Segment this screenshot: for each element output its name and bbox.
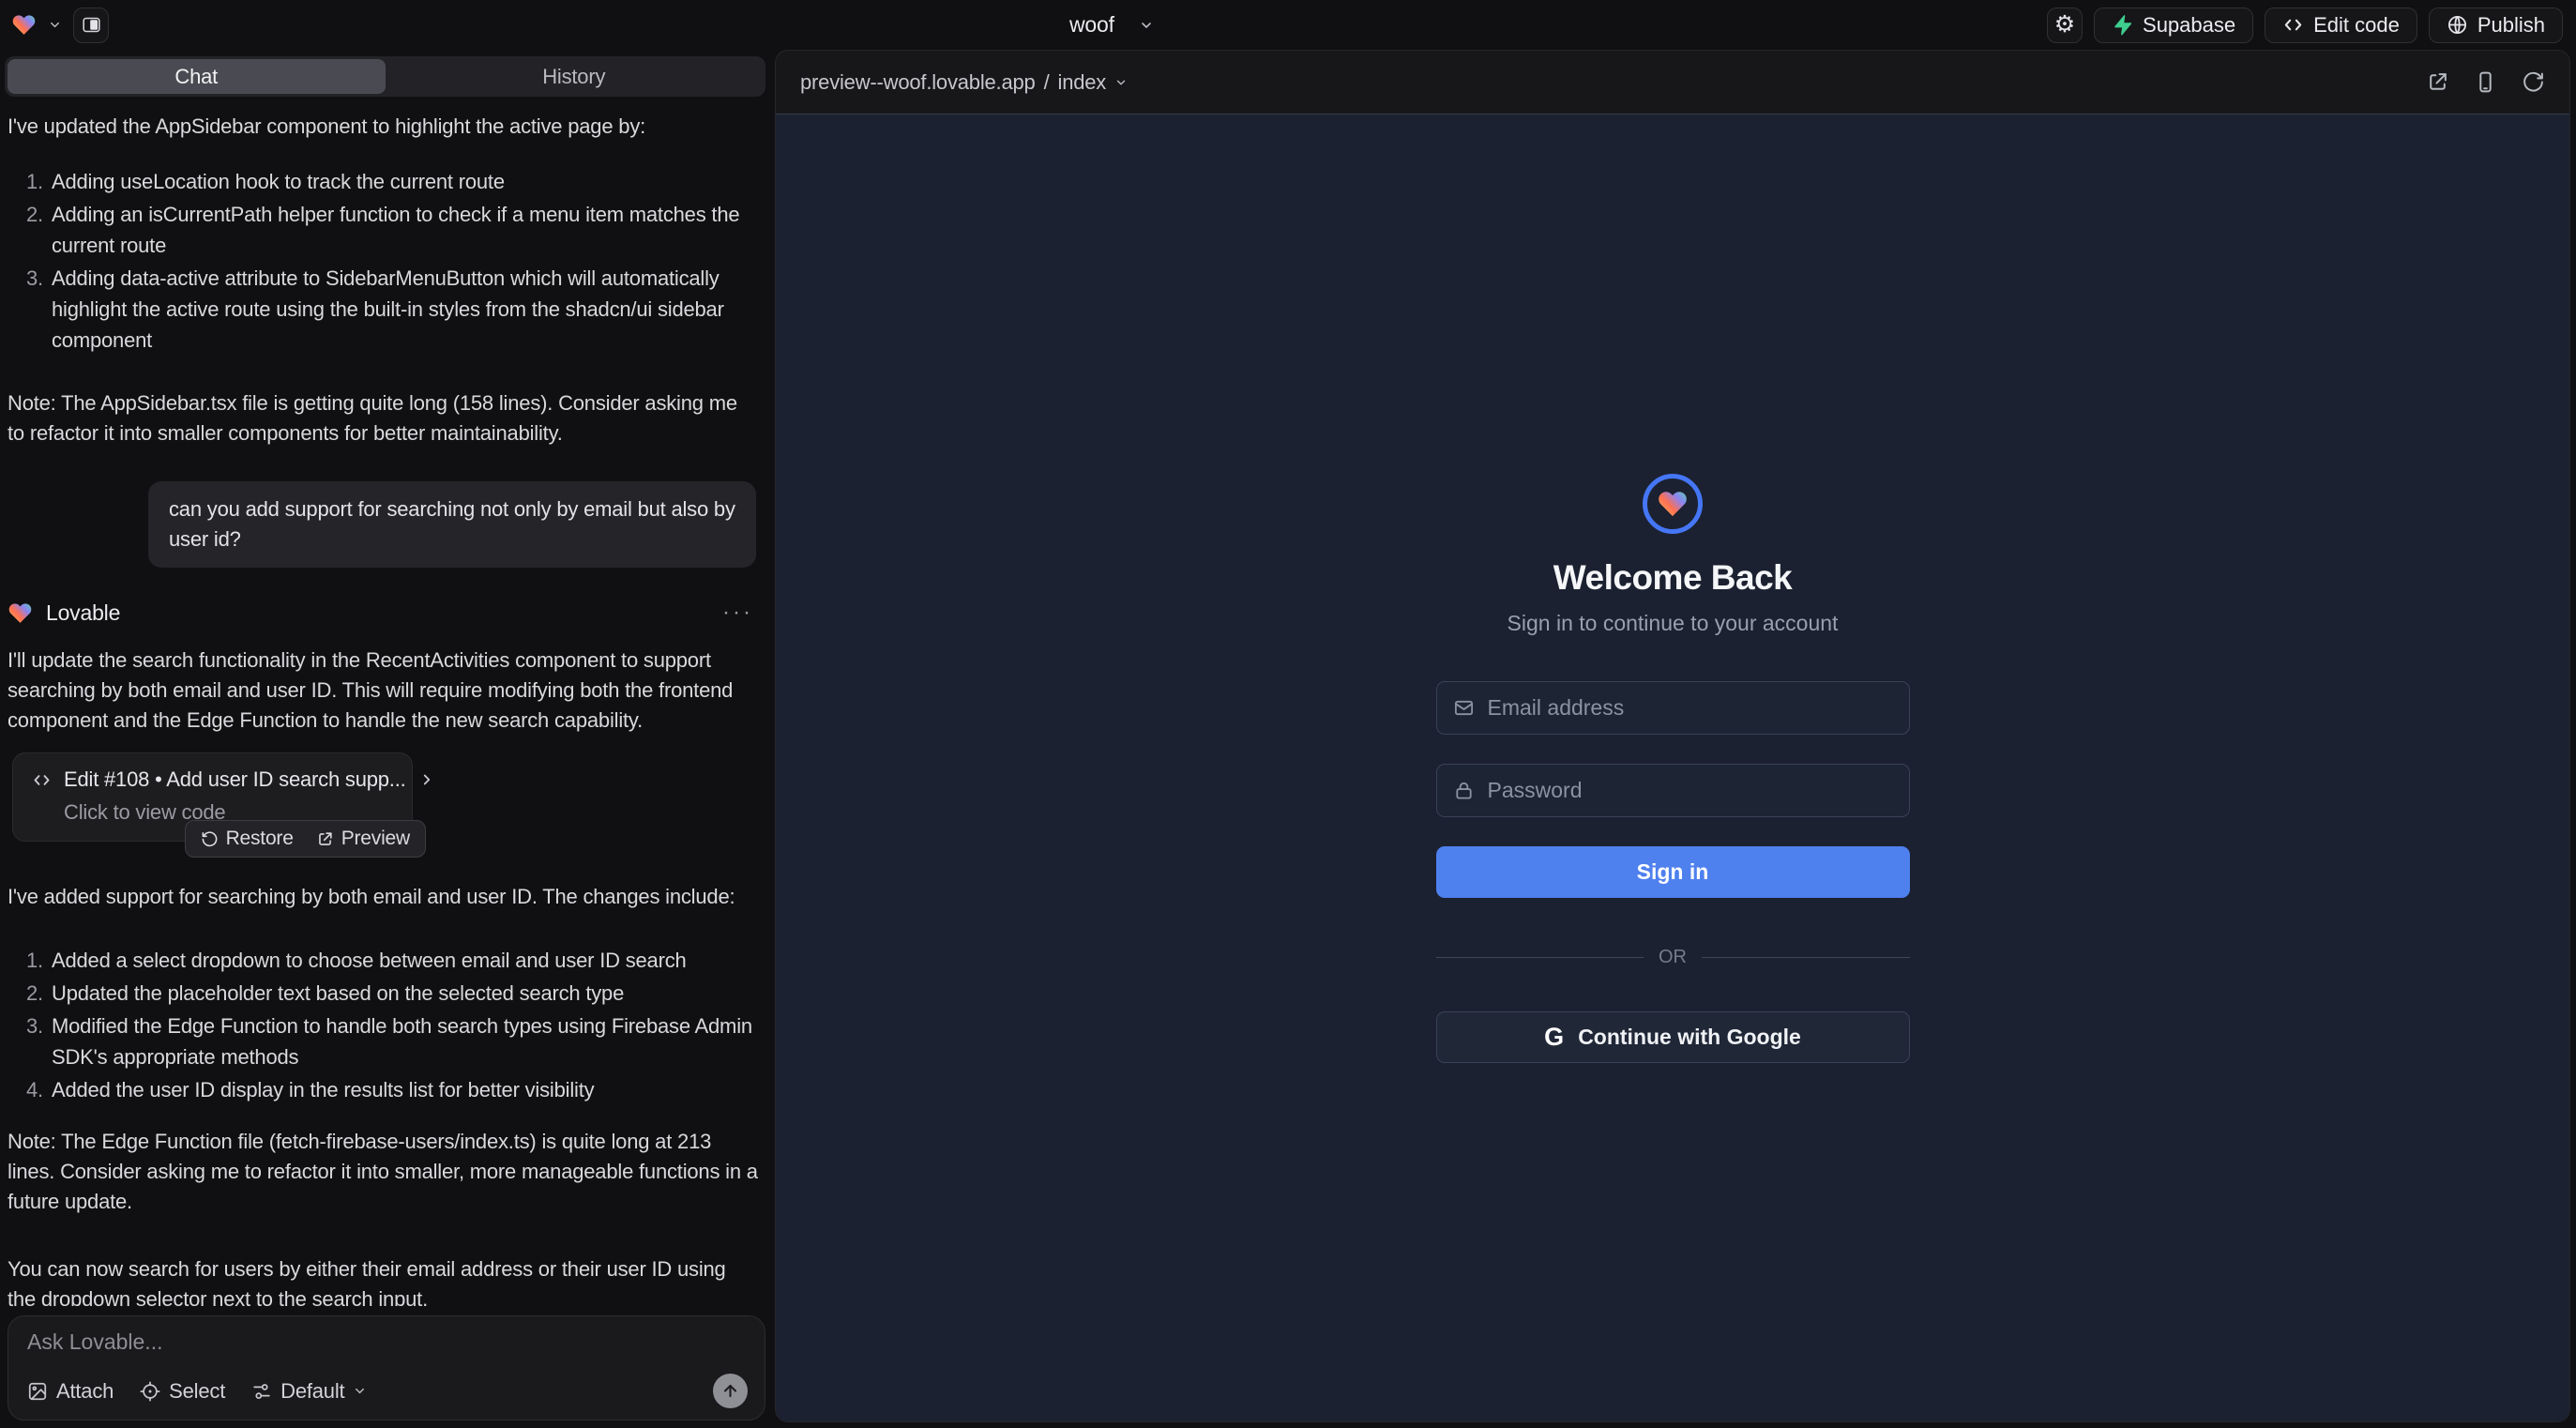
divider-line: [1702, 957, 1910, 958]
project-chevron-down-icon: [1139, 18, 1154, 33]
select-label: Select: [169, 1379, 225, 1404]
sign-in-button[interactable]: Sign in: [1436, 846, 1910, 898]
assistant-name: Lovable: [46, 600, 120, 626]
external-link-icon: [316, 830, 334, 848]
preview-content: Welcome Back Sign in to continue to your…: [776, 114, 2569, 1421]
select-button[interactable]: Select: [140, 1379, 225, 1404]
restore-label: Restore: [226, 828, 294, 850]
google-g-icon: G: [1544, 1025, 1564, 1050]
chevron-down-icon: [353, 1384, 367, 1398]
login-title: Welcome Back: [1436, 558, 1910, 598]
target-select-icon: [140, 1381, 160, 1402]
gear-icon: ⚙: [2054, 13, 2075, 37]
assistant-message-intro: I've updated the AppSidebar component to…: [8, 112, 758, 142]
divider-line: [1436, 957, 1644, 958]
publish-label: Publish: [2478, 13, 2545, 38]
app-logo-ring: [1643, 474, 1703, 534]
chat-panel: Chat History I've updated the AppSidebar…: [0, 50, 775, 1428]
supabase-label: Supabase: [2143, 13, 2235, 38]
chat-composer[interactable]: Attach Select Default: [8, 1315, 765, 1420]
preview-label: Preview: [341, 828, 410, 850]
edit-code-label: Edit code: [2313, 13, 2400, 38]
chat-message-list[interactable]: I've updated the AppSidebar component to…: [0, 97, 775, 1306]
login-card: Welcome Back Sign in to continue to your…: [1436, 474, 1910, 1063]
edit-card-title: Edit #108 • Add user ID search supp...: [64, 767, 406, 792]
list-item: Modified the Edge Function to handle bot…: [8, 1010, 753, 1072]
restore-icon: [201, 830, 219, 848]
tab-chat[interactable]: Chat: [8, 59, 386, 94]
logo-chevron-down-icon[interactable]: [48, 18, 62, 32]
list-item: Adding an isCurrentPath helper function …: [8, 199, 753, 261]
assistant-message-note: Note: The Edge Function file (fetch-fire…: [8, 1127, 758, 1217]
sidebar-toggle-button[interactable]: [73, 8, 109, 43]
app-logo-heart-icon: [1657, 488, 1689, 520]
user-message-bubble: can you add support for searching not on…: [148, 481, 756, 568]
supabase-button[interactable]: Supabase: [2094, 8, 2253, 43]
email-field[interactable]: [1436, 681, 1910, 735]
divider-label: OR: [1659, 947, 1687, 968]
edit-card-actions: Restore Preview: [185, 820, 426, 858]
or-divider: OR: [1436, 947, 1910, 968]
preview-button[interactable]: Preview: [316, 828, 410, 850]
lovable-avatar-heart-icon: [8, 600, 33, 626]
assistant-message-outro: You can now search for users by either t…: [8, 1254, 758, 1306]
assistant-message-intro: I'll update the search functionality in …: [8, 646, 758, 736]
chat-history-tabs: Chat History: [5, 56, 765, 97]
list-item: Updated the placeholder text based on th…: [8, 978, 753, 1009]
mobile-view-icon[interactable]: [2474, 70, 2497, 94]
mode-selector[interactable]: Default: [251, 1379, 367, 1404]
list-item: Added a select dropdown to choose betwee…: [8, 945, 753, 976]
chevron-right-icon: [418, 771, 435, 788]
composer-input[interactable]: [27, 1329, 748, 1360]
url-chevron-down-icon: [1114, 76, 1128, 89]
publish-button[interactable]: Publish: [2429, 8, 2563, 43]
globe-icon: [2447, 14, 2468, 36]
preview-url: preview--woof.lovable.app: [800, 70, 1036, 95]
message-options-ellipsis-icon[interactable]: ···: [722, 600, 753, 626]
assistant-header: Lovable ···: [8, 600, 753, 626]
preview-url-selector[interactable]: preview--woof.lovable.app / index: [800, 70, 1128, 95]
mode-label: Default: [280, 1379, 344, 1404]
attach-label: Attach: [56, 1379, 114, 1404]
open-in-new-tab-icon[interactable]: [2426, 70, 2449, 94]
lock-icon: [1453, 780, 1475, 801]
project-switcher[interactable]: woof: [1069, 0, 1154, 50]
password-field[interactable]: [1436, 764, 1910, 817]
preview-header: preview--woof.lovable.app / index: [776, 51, 2569, 114]
sidebar-panel-icon: [82, 15, 101, 35]
lovable-logo-heart-icon[interactable]: [11, 12, 37, 38]
email-input[interactable]: [1488, 695, 1893, 721]
list-item: Added the user ID display in the results…: [8, 1074, 753, 1105]
code-icon: [32, 770, 52, 790]
sliders-icon: [251, 1381, 272, 1402]
mail-icon: [1453, 697, 1475, 719]
refresh-icon[interactable]: [2522, 70, 2545, 94]
settings-button[interactable]: ⚙: [2047, 8, 2083, 43]
assistant-message-list: Added a select dropdown to choose betwee…: [8, 945, 753, 1105]
path-separator: /: [1044, 70, 1050, 95]
image-attach-icon: [27, 1381, 48, 1402]
top-bar: woof ⚙ Supabase Edit code Publish: [0, 0, 2576, 50]
list-item: Adding data-active attribute to SidebarM…: [8, 263, 753, 356]
assistant-message-summary: I've added support for searching by both…: [8, 882, 758, 912]
password-input[interactable]: [1488, 778, 1893, 803]
preview-page: index: [1058, 70, 1107, 95]
assistant-message-note: Note: The AppSidebar.tsx file is getting…: [8, 388, 758, 448]
google-button-label: Continue with Google: [1578, 1025, 1801, 1050]
list-item: Adding useLocation hook to track the cur…: [8, 166, 753, 197]
attach-button[interactable]: Attach: [27, 1379, 114, 1404]
arrow-up-icon: [721, 1382, 739, 1400]
edit-code-button[interactable]: Edit code: [2265, 8, 2417, 43]
tab-history[interactable]: History: [386, 59, 764, 94]
google-sign-in-button[interactable]: G Continue with Google: [1436, 1011, 1910, 1063]
supabase-bolt-icon: [2112, 14, 2133, 36]
preview-panel: preview--woof.lovable.app / index: [775, 50, 2570, 1422]
restore-button[interactable]: Restore: [201, 828, 294, 850]
project-name: woof: [1069, 12, 1114, 38]
assistant-message-list: Adding useLocation hook to track the cur…: [8, 166, 753, 356]
login-subtitle: Sign in to continue to your account: [1436, 611, 1910, 636]
code-icon: [2282, 14, 2304, 36]
send-button[interactable]: [713, 1374, 748, 1408]
